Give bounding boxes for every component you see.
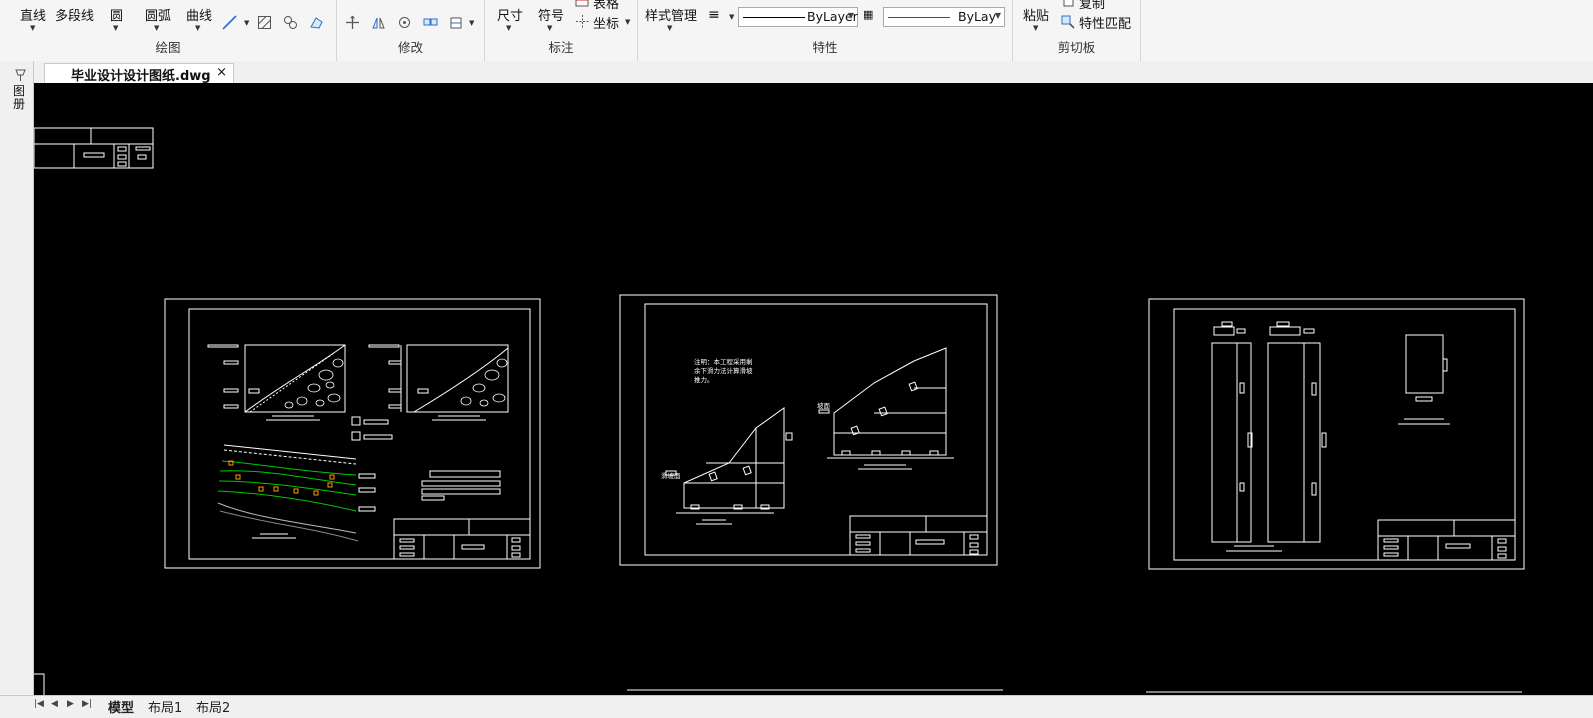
document-tab-name: 毕业设计设计图纸.dwg xyxy=(71,69,211,84)
copy-button[interactable]: 复制 xyxy=(1079,0,1105,12)
copy-icon[interactable] xyxy=(1061,0,1076,9)
line-tool[interactable]: 直线 xyxy=(20,5,46,24)
note-line-3: 推力。 xyxy=(694,375,714,384)
curve-tool[interactable]: 曲线 xyxy=(186,5,212,24)
modify-more-dropdown-icon[interactable]: ▼ xyxy=(469,19,474,27)
layout-tab-2[interactable]: 布局2 xyxy=(196,697,230,716)
properties-group-label: 特性 xyxy=(812,40,838,55)
first-layout-icon[interactable]: |◀ xyxy=(34,699,44,709)
arc-dropdown-icon[interactable]: ▼ xyxy=(154,24,159,32)
drawing-content: 注明：本工程采用剩 余下滑力法计算滑坡 推力。 滑坡面 坡面 xyxy=(34,127,1525,695)
table-icon[interactable] xyxy=(575,0,590,9)
hatch-icon[interactable] xyxy=(257,15,272,30)
atlas-panel-label[interactable]: 图册 xyxy=(13,85,27,111)
line-dropdown-icon[interactable]: ▼ xyxy=(30,24,35,32)
geologic-contours xyxy=(217,460,357,512)
lineweight-icon[interactable]: ≡ xyxy=(708,7,720,23)
symbol-dropdown-icon[interactable]: ▼ xyxy=(547,24,552,32)
table-tool[interactable]: 表格 xyxy=(593,0,619,12)
slope-label-left: 滑坡面 xyxy=(661,471,681,480)
modify-group: ▼ 修改 xyxy=(337,0,485,61)
circle-tool[interactable]: 圆 xyxy=(110,5,123,24)
coordinate-dropdown-icon[interactable]: ▼ xyxy=(625,18,630,26)
rotate-icon[interactable] xyxy=(397,15,412,30)
layout-tab-1[interactable]: 布局1 xyxy=(148,697,182,716)
coordinate-tool[interactable]: 坐标 xyxy=(593,13,619,32)
annotation-group: 尺寸 ▼ 符号 ▼ 表格 坐标 ▼ 标注 xyxy=(485,0,638,61)
construction-line-icon[interactable] xyxy=(222,15,237,30)
document-tab[interactable]: 毕业设计设计图纸.dwg × xyxy=(44,63,234,84)
region-icon[interactable] xyxy=(283,15,298,30)
modify-group-label: 修改 xyxy=(397,40,423,55)
draw-group: 直线 ▼ 多段线 圆 ▼ 圆弧 ▼ 曲线 ▼ ▼ 绘图 xyxy=(0,0,337,61)
boundary-icon[interactable] xyxy=(309,15,324,30)
drawing-sheet-3 xyxy=(1148,298,1525,570)
curve-dropdown-icon[interactable]: ▼ xyxy=(195,24,200,32)
ribbon: 直线 ▼ 多段线 圆 ▼ 圆弧 ▼ 曲线 ▼ ▼ 绘图 ▼ 修改 尺寸 ▼ 符号… xyxy=(0,0,1593,62)
prev-layout-icon[interactable]: ◀ xyxy=(51,699,58,709)
drawing-sheet-1 xyxy=(164,298,541,569)
layout-tab-model[interactable]: 模型 xyxy=(108,697,134,716)
linetype-scale-icon[interactable]: ▦ xyxy=(863,8,873,21)
construction-line-dropdown-icon[interactable]: ▼ xyxy=(244,19,249,27)
clipboard-group-label: 剪切板 xyxy=(1057,40,1096,55)
arc-tool[interactable]: 圆弧 xyxy=(145,5,171,24)
drawing-canvas[interactable]: 注明：本工程采用剩 余下滑力法计算滑坡 推力。 滑坡面 坡面 xyxy=(34,83,1593,695)
explode-icon[interactable] xyxy=(449,15,464,30)
match-properties-icon[interactable] xyxy=(1061,14,1076,29)
slope-label-right: 坡面 xyxy=(817,401,831,410)
paste-dropdown-icon[interactable]: ▼ xyxy=(1033,24,1038,32)
design-note: 注明：本工程采用剩 余下滑力法计算滑坡 推力。 滑坡面 坡面 xyxy=(661,357,831,480)
document-tab-strip: 毕业设计设计图纸.dwg × xyxy=(0,61,1593,84)
clipboard-group: 粘贴 ▼ 复制 特性匹配 剪切板 xyxy=(1013,0,1141,61)
left-panel: 图册 xyxy=(0,61,34,718)
color-value: ByLay xyxy=(958,9,996,24)
color-dropdown-icon[interactable]: ▼ xyxy=(995,11,1001,20)
lineweight-dropdown-icon[interactable]: ▼ xyxy=(729,13,734,21)
move-icon[interactable] xyxy=(345,15,360,30)
style-manager-button[interactable]: 样式管理 xyxy=(645,5,697,24)
polyline-tool[interactable]: 多段线 xyxy=(55,5,94,24)
match-properties-button[interactable]: 特性匹配 xyxy=(1079,13,1131,32)
last-layout-icon[interactable]: ▶| xyxy=(82,699,92,709)
layout-tab-bar: |◀ ◀ ▶ ▶| 模型 布局1 布局2 xyxy=(0,695,1593,718)
annotation-group-label: 标注 xyxy=(548,40,574,55)
next-layout-icon[interactable]: ▶ xyxy=(67,699,74,709)
color-preview xyxy=(888,17,950,18)
note-line-2: 余下滑力法计算滑坡 xyxy=(694,366,753,375)
mirror-icon[interactable] xyxy=(371,15,386,30)
properties-group: 样式管理 ▼ ≡ ▼ ByLayer ▼ ▦ ByLay ▼ 特性 xyxy=(638,0,1013,61)
circle-dropdown-icon[interactable]: ▼ xyxy=(113,24,118,32)
paste-button[interactable]: 粘贴 xyxy=(1023,5,1049,24)
dimension-tool[interactable]: 尺寸 xyxy=(497,5,523,24)
draw-group-label: 绘图 xyxy=(155,40,181,55)
symbol-tool[interactable]: 符号 xyxy=(538,5,564,24)
linetype-combo[interactable]: ByLayer ▼ xyxy=(738,7,858,27)
style-manager-dropdown-icon[interactable]: ▼ xyxy=(667,24,672,32)
drawing-sheet-2 xyxy=(619,294,998,566)
array-icon[interactable] xyxy=(423,15,438,30)
note-line-1: 注明：本工程采用剩 xyxy=(694,357,753,366)
linetype-dropdown-icon[interactable]: ▼ xyxy=(848,11,854,20)
linetype-preview xyxy=(743,17,805,18)
dimension-dropdown-icon[interactable]: ▼ xyxy=(506,24,511,32)
coordinate-icon[interactable] xyxy=(575,14,590,29)
close-icon[interactable]: × xyxy=(216,65,227,80)
color-combo[interactable]: ByLay ▼ xyxy=(883,7,1005,27)
panel-pin-icon[interactable] xyxy=(13,67,28,82)
title-block-fragment xyxy=(34,127,154,169)
